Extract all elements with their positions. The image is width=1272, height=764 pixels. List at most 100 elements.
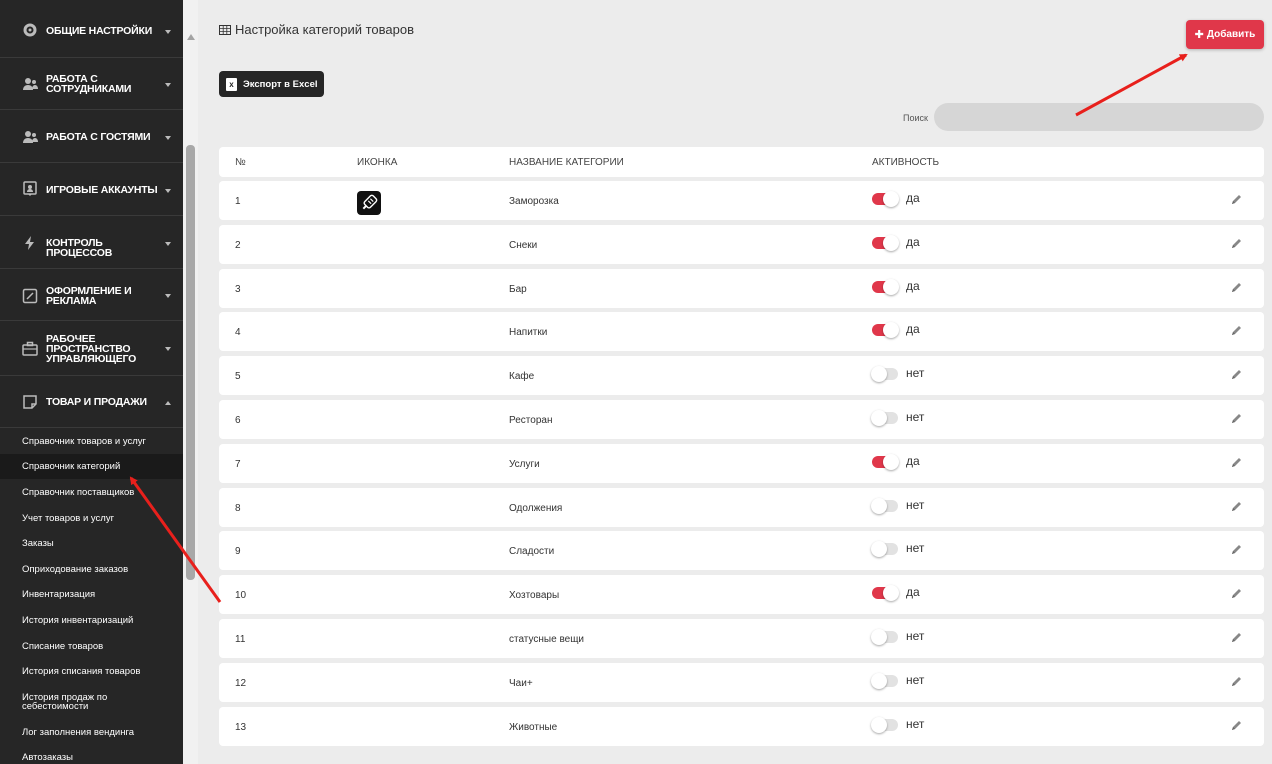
- subitem-autoorders[interactable]: Автозаказы: [0, 753, 183, 763]
- pencil-icon[interactable]: [1230, 676, 1242, 688]
- pencil-icon[interactable]: [1230, 238, 1242, 250]
- toggle-knob: [883, 585, 899, 601]
- sidebar-item-label: КОНТРОЛЬ ПРОЦЕССОВ: [46, 237, 113, 259]
- page-title-text: Настройка категорий товаров: [235, 22, 415, 37]
- search-input[interactable]: [934, 103, 1264, 131]
- users-icon: [22, 76, 38, 92]
- toggle-knob: [871, 673, 887, 689]
- sidebar-item-label: ОБЩИЕ НАСТРОЙКИ: [46, 25, 153, 37]
- row-number: 11: [235, 634, 246, 645]
- activity-status: нет: [906, 498, 925, 512]
- add-button-label: Добавить: [1206, 29, 1256, 40]
- sidebar-item-label: РАБОТА С СОТРУДНИКАМИ: [46, 73, 132, 95]
- bolt-icon: [22, 235, 38, 251]
- activity-toggle[interactable]: [872, 454, 899, 470]
- briefcase-icon: [22, 341, 38, 357]
- scroll-up-arrow-icon[interactable]: [187, 34, 195, 40]
- activity-toggle[interactable]: [872, 279, 899, 295]
- sidebar-item-manager-workspace[interactable]: РАБОЧЕЕ ПРОСТРАНСТВО УПРАВЛЯЮЩЕГО: [0, 322, 183, 376]
- activity-toggle[interactable]: [872, 191, 899, 207]
- activity-toggle[interactable]: [871, 629, 898, 645]
- category-name: Чаи+: [509, 678, 533, 689]
- gear-icon: [22, 22, 38, 38]
- toggle-knob: [871, 717, 887, 733]
- subitem-sales-history[interactable]: История продаж по себестоимости: [0, 693, 140, 712]
- activity-toggle[interactable]: [871, 541, 898, 557]
- sidebar-item-game-accounts[interactable]: ИГРОВЫЕ АККАУНТЫ: [0, 164, 183, 216]
- pencil-icon[interactable]: [1230, 501, 1242, 513]
- pencil-icon[interactable]: [1230, 194, 1242, 206]
- activity-status: нет: [906, 410, 925, 424]
- activity-toggle[interactable]: [872, 585, 899, 601]
- activity-status: да: [906, 454, 920, 468]
- sidebar-item-label: ТОВАР И ПРОДАЖИ: [46, 396, 147, 408]
- activity-toggle[interactable]: [871, 498, 898, 514]
- sidebar-item-guests[interactable]: РАБОТА С ГОСТЯМИ: [0, 111, 183, 163]
- toggle-knob: [871, 629, 887, 645]
- scrollbar-thumb[interactable]: [186, 145, 195, 580]
- category-name: Сладости: [509, 546, 555, 557]
- sidebar-item-general-settings[interactable]: ОБЩИЕ НАСТРОЙКИ: [0, 0, 183, 58]
- category-name: Кафе: [509, 371, 535, 382]
- activity-status: нет: [906, 673, 925, 687]
- activity-toggle[interactable]: [872, 322, 899, 338]
- activity-status: да: [906, 279, 920, 293]
- chevron-down-icon: [165, 30, 171, 34]
- subitem-inventory-history[interactable]: История инвентаризаций: [0, 616, 183, 626]
- row-number: 5: [235, 371, 241, 382]
- subitem-order-receiving[interactable]: Оприходование заказов: [0, 565, 183, 575]
- subitem-write-off[interactable]: Списание товаров: [0, 642, 183, 652]
- pencil-icon[interactable]: [1230, 457, 1242, 469]
- sidebar-item-employees[interactable]: РАБОТА С СОТРУДНИКАМИ: [0, 59, 183, 110]
- chevron-down-icon: [165, 242, 171, 246]
- activity-toggle[interactable]: [871, 717, 898, 733]
- subitem-vending-log[interactable]: Лог заполнения вендинга: [0, 728, 183, 738]
- table-row: 6 Ресторан нет: [219, 400, 1264, 439]
- excel-icon: x: [226, 77, 237, 91]
- activity-status: нет: [906, 629, 925, 643]
- subitem-inventory[interactable]: Инвентаризация: [0, 590, 183, 600]
- table-row: 10 Хозтовары да: [219, 575, 1264, 614]
- pencil-icon[interactable]: [1230, 282, 1242, 294]
- row-number: 12: [235, 678, 247, 689]
- subitem-write-off-history[interactable]: История списания товаров: [0, 667, 183, 677]
- column-header-active: АКТИВНОСТЬ: [872, 157, 940, 168]
- pencil-icon[interactable]: [1230, 720, 1242, 732]
- chevron-down-icon: [165, 136, 171, 140]
- pencil-icon[interactable]: [1230, 413, 1242, 425]
- row-number: 1: [235, 196, 241, 207]
- subitem-suppliers[interactable]: Справочник поставщиков: [0, 488, 183, 498]
- activity-toggle[interactable]: [872, 235, 899, 251]
- page-title: Настройка категорий товаров: [219, 22, 414, 37]
- edit-square-icon: [22, 288, 38, 304]
- pencil-icon[interactable]: [1230, 369, 1242, 381]
- table-row: 4 Напитки да: [219, 312, 1264, 351]
- subitem-categories[interactable]: Справочник категорий: [0, 454, 183, 479]
- export-excel-button[interactable]: x Экспорт в Excel: [219, 71, 324, 97]
- sidebar-item-process-control[interactable]: КОНТРОЛЬ ПРОЦЕССОВ: [0, 217, 183, 269]
- activity-toggle[interactable]: [871, 366, 898, 382]
- table-row: 13 Животные нет: [219, 707, 1264, 746]
- table-row: 5 Кафе нет: [219, 356, 1264, 395]
- sidebar-item-design-ads[interactable]: ОФОРМЛЕНИЕ И РЕКЛАМА: [0, 270, 183, 321]
- toggle-knob: [883, 279, 899, 295]
- toggle-knob: [883, 191, 899, 207]
- pencil-icon[interactable]: [1230, 632, 1242, 644]
- sidebar-scrollbar[interactable]: [183, 0, 198, 764]
- chevron-down-icon: [165, 294, 171, 298]
- sidebar-item-goods-sales[interactable]: ТОВАР И ПРОДАЖИ: [0, 377, 183, 428]
- category-name: Бар: [509, 284, 527, 295]
- chevron-up-icon: [165, 401, 171, 405]
- subitem-orders[interactable]: Заказы: [0, 539, 183, 549]
- pencil-icon[interactable]: [1230, 544, 1242, 556]
- subitem-goods-services[interactable]: Справочник товаров и услуг: [0, 437, 183, 447]
- pencil-icon[interactable]: [1230, 325, 1242, 337]
- activity-toggle[interactable]: [871, 410, 898, 426]
- pencil-icon[interactable]: [1230, 588, 1242, 600]
- toggle-knob: [883, 235, 899, 251]
- subitem-goods-accounting[interactable]: Учет товаров и услуг: [0, 514, 183, 524]
- add-button[interactable]: ✚ Добавить: [1186, 20, 1264, 49]
- toggle-knob: [871, 410, 887, 426]
- activity-status: да: [906, 235, 920, 249]
- activity-toggle[interactable]: [871, 673, 898, 689]
